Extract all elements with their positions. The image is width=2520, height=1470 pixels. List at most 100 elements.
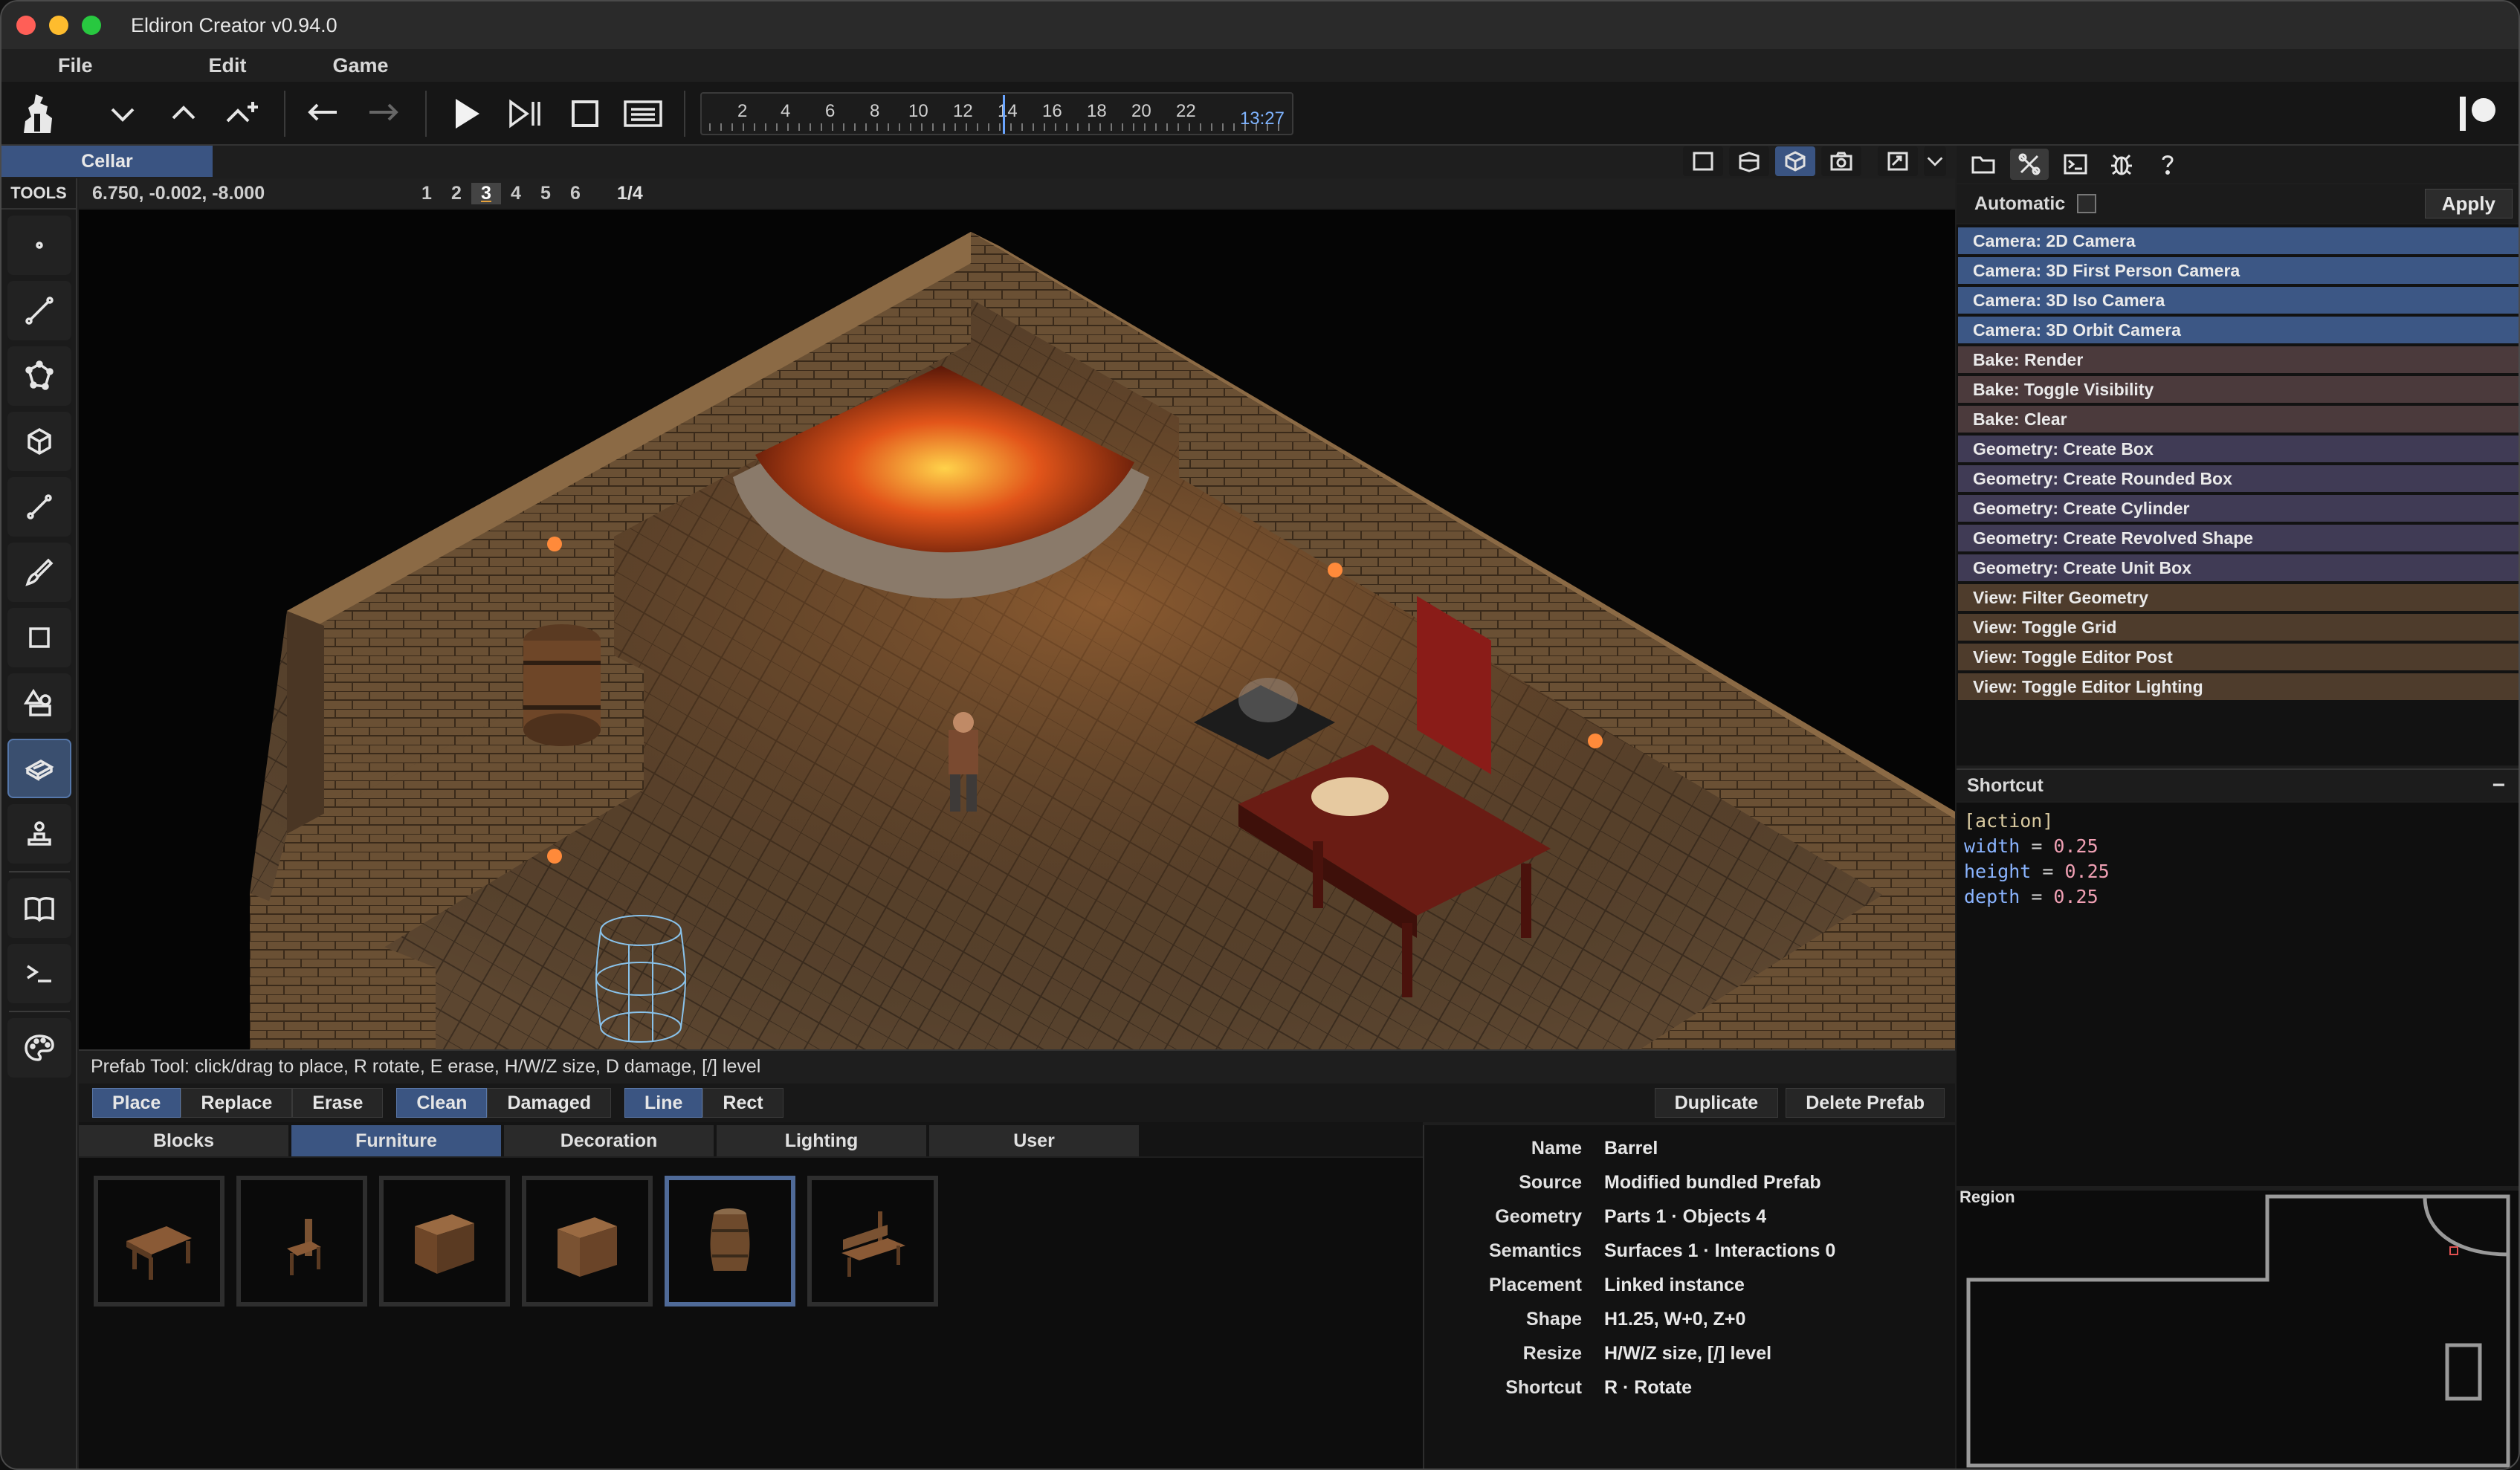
menu-edit[interactable]: Edit	[209, 54, 247, 77]
play-icon[interactable]	[445, 92, 488, 135]
menu-game[interactable]: Game	[333, 54, 389, 77]
rect-tool-icon[interactable]	[7, 608, 71, 667]
action-item[interactable]: Bake: Render	[1958, 346, 2519, 373]
actions-tools-icon[interactable]	[2010, 149, 2049, 180]
time-readout: 13:27	[1239, 109, 1285, 129]
debug-bug-icon[interactable]	[2102, 149, 2141, 180]
rect-line-tool-icon[interactable]	[7, 477, 71, 537]
action-item[interactable]: View: Toggle Editor Post	[1958, 644, 2519, 670]
menu-file[interactable]: File	[58, 54, 93, 77]
action-item[interactable]: Geometry: Create Revolved Shape	[1958, 525, 2519, 551]
prefab-chair[interactable]	[236, 1176, 367, 1307]
region-tab-cellar[interactable]: Cellar	[1, 146, 213, 177]
view-camera-icon[interactable]	[1821, 146, 1861, 176]
clean-button[interactable]: Clean	[396, 1088, 488, 1118]
line-button[interactable]: Line	[624, 1088, 703, 1118]
action-item[interactable]: Geometry: Create Box	[1958, 436, 2519, 462]
action-item[interactable]: View: Toggle Editor Lighting	[1958, 673, 2519, 700]
vertex-tool-icon[interactable]	[7, 281, 71, 340]
prop-value: Modified bundled Prefab	[1604, 1171, 1821, 1193]
rect-button[interactable]: Rect	[702, 1088, 784, 1118]
tab-lighting[interactable]: Lighting	[717, 1125, 926, 1156]
palette-icon[interactable]	[7, 1018, 71, 1078]
tab-decoration[interactable]: Decoration	[504, 1125, 714, 1156]
level-3[interactable]: 3	[471, 182, 501, 204]
help-icon[interactable]	[2148, 149, 2187, 180]
prefab-table[interactable]	[94, 1176, 224, 1307]
view-options-chevron-icon[interactable]	[1924, 146, 1946, 176]
region-minimap[interactable]	[1957, 1191, 2519, 1469]
prop-value: R · Rotate	[1604, 1376, 1693, 1398]
add-level-icon[interactable]	[222, 92, 265, 135]
console-icon[interactable]	[2056, 149, 2095, 180]
automatic-checkbox[interactable]	[2077, 194, 2097, 213]
action-item[interactable]: View: Toggle Grid	[1958, 614, 2519, 641]
minimize-window-button[interactable]	[49, 16, 68, 35]
time-slider[interactable]: 2 4 6 8 10 12 14 16 18 20 22 13:27	[700, 92, 1293, 135]
action-item[interactable]: Bake: Clear	[1958, 406, 2519, 433]
shapes-tool-icon[interactable]	[7, 673, 71, 733]
level-up-icon[interactable]	[162, 92, 205, 135]
action-item[interactable]: Camera: 3D First Person Camera	[1958, 257, 2519, 284]
fit-view-icon[interactable]	[1878, 146, 1918, 176]
action-item[interactable]: Geometry: Create Rounded Box	[1958, 465, 2519, 492]
undo-icon[interactable]	[302, 92, 345, 135]
sector-tool-icon[interactable]	[7, 412, 71, 471]
collapse-shortcut-button[interactable]: −	[2492, 773, 2505, 798]
console-log-icon[interactable]	[621, 92, 665, 135]
replace-button[interactable]: Replace	[181, 1088, 293, 1118]
zoom-window-button[interactable]	[82, 16, 101, 35]
level-6[interactable]: 6	[560, 183, 590, 204]
patreon-icon[interactable]	[2452, 92, 2504, 135]
level-4[interactable]: 4	[501, 183, 531, 204]
level-5[interactable]: 5	[531, 183, 560, 204]
view-2d-icon[interactable]	[1683, 146, 1723, 176]
cursor-coordinates: 6.750, -0.002, -8.000	[92, 182, 265, 204]
terminal-icon[interactable]	[7, 944, 71, 1003]
shortcut-editor[interactable]: [action] width = 0.25 height = 0.25 dept…	[1957, 803, 2519, 1186]
action-item[interactable]: Camera: 2D Camera	[1958, 227, 2519, 254]
view-mixed-icon[interactable]	[1729, 146, 1769, 176]
prefab-cabinet[interactable]	[379, 1176, 510, 1307]
tab-blocks[interactable]: Blocks	[79, 1125, 288, 1156]
stop-icon[interactable]	[563, 92, 607, 135]
prefab-chest[interactable]	[522, 1176, 653, 1307]
prefab-bench[interactable]	[807, 1176, 938, 1307]
tab-user[interactable]: User	[929, 1125, 1139, 1156]
project-folder-icon[interactable]	[1964, 149, 2003, 180]
view-3d-icon[interactable]	[1775, 146, 1815, 176]
place-button[interactable]: Place	[92, 1088, 181, 1118]
action-item[interactable]: Geometry: Create Cylinder	[1958, 495, 2519, 522]
scene-render	[250, 232, 1955, 1049]
level-1[interactable]: 1	[412, 183, 442, 204]
prop-value: H1.25, W+0, Z+0	[1604, 1308, 1746, 1330]
prop-label: Source	[1519, 1171, 1582, 1193]
action-item[interactable]: Camera: 3D Orbit Camera	[1958, 317, 2519, 343]
prefab-category-tabs: Blocks Furniture Decoration Lighting Use…	[79, 1122, 1423, 1156]
action-item[interactable]: Geometry: Create Unit Box	[1958, 554, 2519, 581]
paint-brush-icon[interactable]	[7, 543, 71, 602]
delete-prefab-button[interactable]: Delete Prefab	[1786, 1088, 1945, 1118]
linedef-tool-icon[interactable]	[7, 346, 71, 406]
damaged-button[interactable]: Damaged	[487, 1088, 611, 1118]
redo-icon[interactable]	[361, 92, 404, 135]
prefab-tool-icon[interactable]	[7, 739, 71, 798]
apply-button[interactable]: Apply	[2424, 189, 2513, 218]
view-header: 6.750, -0.002, -8.000 1 2 3 4 5 6 1/4	[79, 178, 1955, 208]
action-item[interactable]: Camera: 3D Iso Camera	[1958, 287, 2519, 314]
duplicate-button[interactable]: Duplicate	[1654, 1088, 1779, 1118]
step-icon[interactable]	[504, 92, 547, 135]
action-item[interactable]: Bake: Toggle Visibility	[1958, 376, 2519, 403]
entity-tool-icon[interactable]	[7, 804, 71, 864]
prefab-barrel[interactable]	[665, 1176, 795, 1307]
level-down-icon[interactable]	[101, 92, 144, 135]
erase-button[interactable]: Erase	[292, 1088, 384, 1118]
selection-tool-icon[interactable]	[7, 216, 71, 275]
scene-viewport[interactable]	[79, 210, 1955, 1049]
book-icon[interactable]	[7, 878, 71, 938]
prop-value: H/W/Z size, [/] level	[1604, 1342, 1772, 1364]
tab-furniture[interactable]: Furniture	[291, 1125, 501, 1156]
level-2[interactable]: 2	[442, 183, 471, 204]
close-window-button[interactable]	[16, 16, 36, 35]
action-item[interactable]: View: Filter Geometry	[1958, 584, 2519, 611]
